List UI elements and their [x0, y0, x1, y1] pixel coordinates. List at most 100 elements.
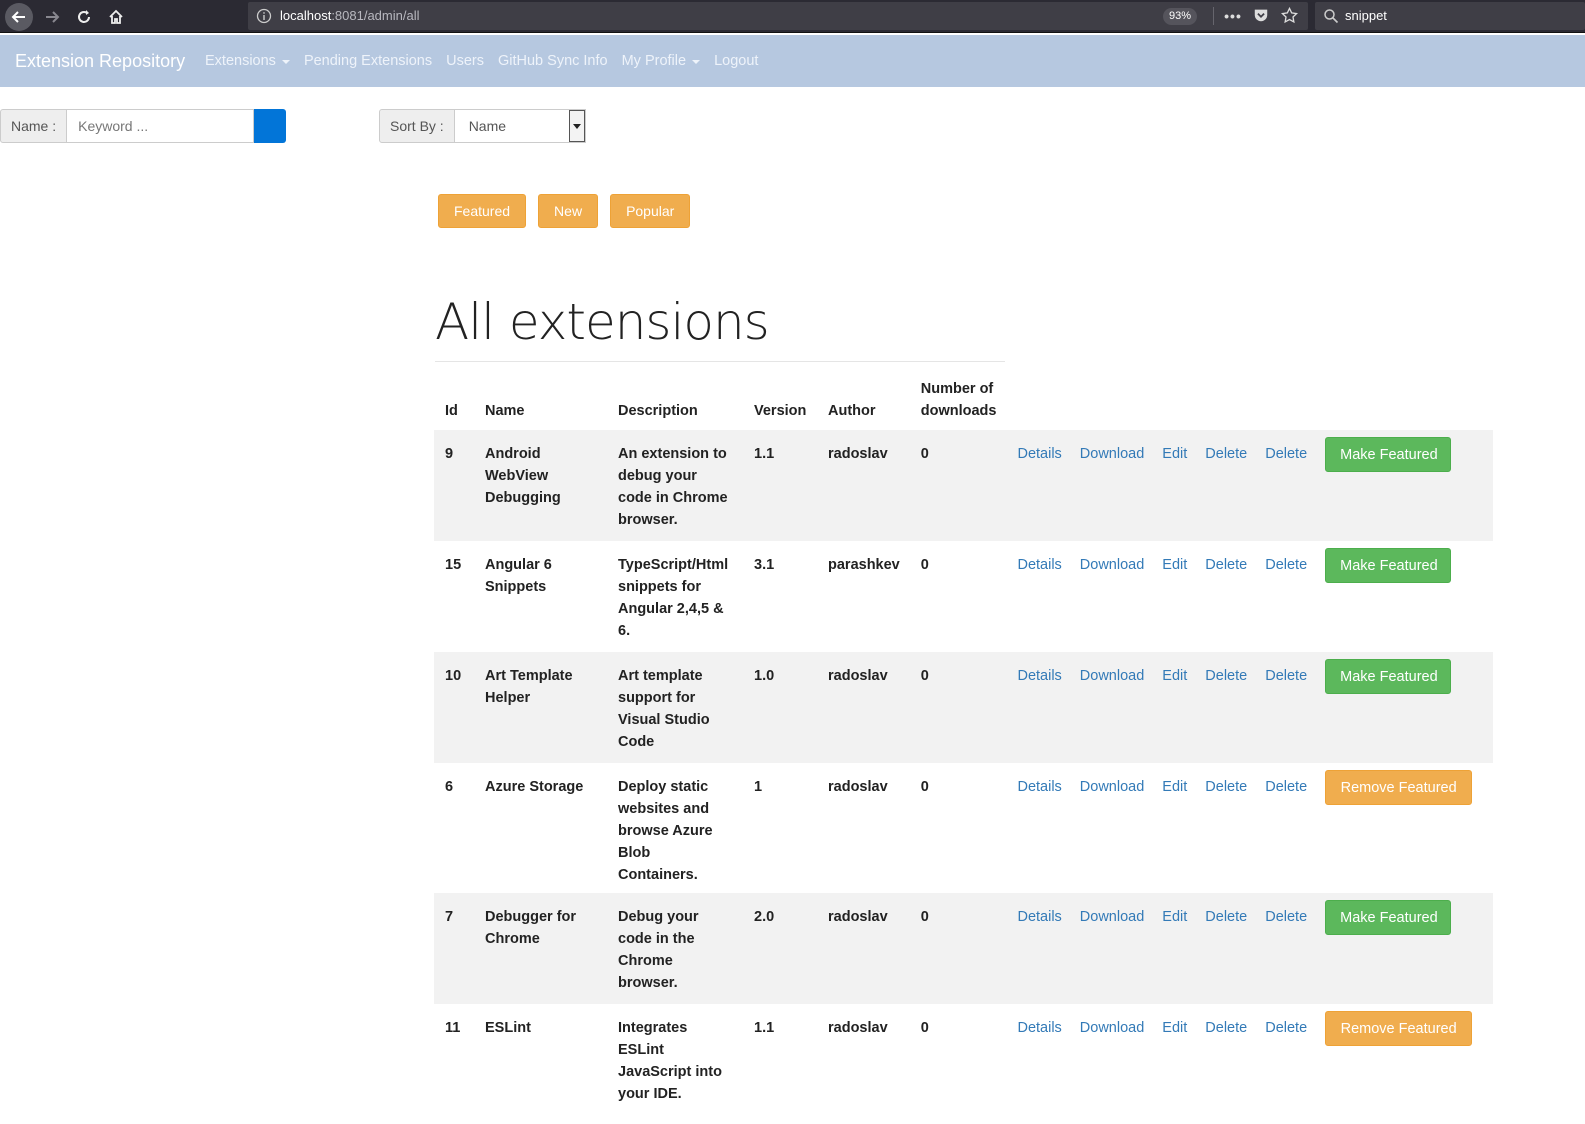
edit-link[interactable]: Edit	[1162, 779, 1187, 795]
cell-version: 1	[754, 779, 763, 795]
delete-link[interactable]: Delete	[1205, 668, 1247, 684]
bookmark-star-icon[interactable]	[1280, 6, 1298, 25]
new-filter-button[interactable]: New	[538, 194, 599, 228]
cell-id: 7	[434, 893, 474, 1004]
header-description: Description	[618, 403, 698, 419]
table-row: 6 Azure Storage Deploy static websites and…	[434, 763, 1493, 893]
delete-link[interactable]: Delete	[1265, 446, 1307, 462]
featured-filter-button[interactable]: Featured	[438, 194, 527, 228]
cell-id: 11	[445, 1020, 461, 1036]
table-header-row: Id Name Description Version Author Numbe…	[434, 372, 1493, 430]
nav-item-pending-extensions[interactable]: Pending Extensions	[304, 53, 432, 69]
remove-featured-button[interactable]: Remove Featured	[1325, 770, 1473, 805]
header-downloads: Number of downloads	[920, 381, 997, 419]
cell-name: Debugger for Chrome	[474, 893, 607, 1004]
delete-link[interactable]: Delete	[1205, 909, 1247, 925]
nav-item-github-sync-info[interactable]: GitHub Sync Info	[498, 53, 608, 69]
info-icon[interactable]	[256, 8, 272, 24]
page-title: All extensions	[435, 293, 770, 351]
delete-link[interactable]: Delete	[1265, 557, 1307, 573]
cell-author: radoslav	[828, 779, 888, 795]
delete-link[interactable]: Delete	[1205, 446, 1247, 462]
dropdown-arrow-icon[interactable]	[568, 110, 585, 142]
pocket-icon[interactable]	[1252, 7, 1270, 25]
cell-description: An extension to debug your code in Chrom…	[607, 430, 743, 541]
make-featured-button[interactable]: Make Featured	[1325, 659, 1452, 694]
cell-actions: Details Download Edit Delete Delete Make Feat…	[1006, 652, 1493, 763]
header-id: Id	[445, 403, 458, 419]
cell-downloads: 0	[920, 557, 929, 573]
sort-selected-value: Name	[468, 118, 507, 134]
nav-item-label: Pending Extensions	[303, 53, 433, 69]
header-actions	[1006, 372, 1493, 430]
download-link[interactable]: Download	[1080, 446, 1145, 462]
delete-link[interactable]: Delete	[1265, 1020, 1307, 1036]
cell-downloads: 0	[909, 893, 1007, 1004]
cell-author: parashkev	[828, 557, 900, 573]
browser-toolbar: localhost:8081/admin/all 93% ••• snippet	[0, 0, 1585, 33]
cell-version: 2.0	[743, 893, 817, 1004]
edit-link[interactable]: Edit	[1162, 446, 1187, 462]
details-link[interactable]: Details	[1017, 1020, 1061, 1036]
cell-description: TypeScript/Html snippets for Angular 2,4…	[618, 557, 729, 639]
navbar-brand[interactable]: Extension Repository	[15, 51, 185, 72]
details-link[interactable]: Details	[1017, 668, 1061, 684]
cell-author: radoslav	[817, 893, 910, 1004]
edit-link[interactable]: Edit	[1162, 1020, 1187, 1036]
zoom-badge[interactable]: 93%	[1163, 8, 1198, 25]
search-button[interactable]	[254, 109, 287, 143]
make-featured-button[interactable]: Make Featured	[1325, 548, 1452, 583]
download-link[interactable]: Download	[1080, 668, 1145, 684]
download-link[interactable]: Download	[1080, 779, 1145, 795]
url-host: localhost	[280, 8, 332, 23]
remove-featured-button[interactable]: Remove Featured	[1325, 1011, 1473, 1046]
nav-item-extensions[interactable]: Extensions	[205, 53, 290, 69]
address-bar[interactable]: localhost:8081/admin/all 93% •••	[248, 2, 1308, 30]
details-link[interactable]: Details	[1017, 557, 1061, 573]
cell-actions: Details Download Edit Delete Delete Remove Fe…	[1006, 763, 1493, 893]
delete-link[interactable]: Delete	[1265, 668, 1307, 684]
popular-filter-button[interactable]: Popular	[610, 194, 691, 228]
home-icon[interactable]	[102, 3, 130, 31]
cell-actions: Details Download Edit Delete Delete Remove Fe…	[1006, 1004, 1493, 1115]
browser-search-bar[interactable]: snippet	[1315, 2, 1585, 30]
sort-select[interactable]: Name	[454, 109, 586, 143]
delete-link[interactable]: Delete	[1205, 1020, 1247, 1036]
delete-link[interactable]: Delete	[1205, 557, 1247, 573]
edit-link[interactable]: Edit	[1162, 557, 1187, 573]
delete-link[interactable]: Delete	[1265, 909, 1307, 925]
search-icon	[1324, 9, 1339, 24]
edit-link[interactable]: Edit	[1162, 909, 1187, 925]
cell-downloads: 0	[909, 430, 1007, 541]
table-row: 15 Angular 6 Snippets TypeScript/Html snip…	[434, 541, 1493, 652]
details-link[interactable]: Details	[1017, 446, 1061, 462]
more-icon[interactable]: •••	[1224, 7, 1242, 25]
edit-link[interactable]: Edit	[1162, 668, 1187, 684]
cell-version: 1.0	[743, 652, 817, 763]
back-arrow-icon[interactable]	[5, 3, 33, 31]
details-link[interactable]: Details	[1017, 909, 1061, 925]
nav-item-users[interactable]: Users	[446, 53, 484, 69]
table-row: 9 Android WebView Debugging An extension t…	[434, 430, 1493, 541]
nav-item-logout[interactable]: Logout	[714, 53, 758, 69]
cell-description: Debug your code in the Chrome browser.	[607, 893, 743, 1004]
nav-item-my-profile[interactable]: My Profile	[622, 53, 701, 69]
details-link[interactable]: Details	[1017, 779, 1061, 795]
forward-arrow-icon[interactable]	[38, 3, 66, 31]
url-text[interactable]: localhost:8081/admin/all	[280, 8, 419, 23]
make-featured-button[interactable]: Make Featured	[1325, 437, 1452, 472]
browser-search-value[interactable]: snippet	[1345, 8, 1387, 23]
delete-link[interactable]: Delete	[1205, 779, 1247, 795]
download-link[interactable]: Download	[1080, 909, 1145, 925]
delete-link[interactable]: Delete	[1265, 779, 1307, 795]
filter-buttons: Featured New Popular	[438, 194, 702, 228]
keyword-input[interactable]	[67, 109, 255, 143]
download-link[interactable]: Download	[1080, 1020, 1145, 1036]
make-featured-button[interactable]: Make Featured	[1325, 900, 1452, 935]
download-link[interactable]: Download	[1080, 557, 1145, 573]
header-version: Version	[754, 403, 807, 419]
cell-name: Azure Storage	[485, 779, 584, 795]
cell-id: 15	[445, 557, 462, 573]
header-name: Name	[485, 403, 525, 419]
reload-icon[interactable]	[70, 3, 98, 31]
